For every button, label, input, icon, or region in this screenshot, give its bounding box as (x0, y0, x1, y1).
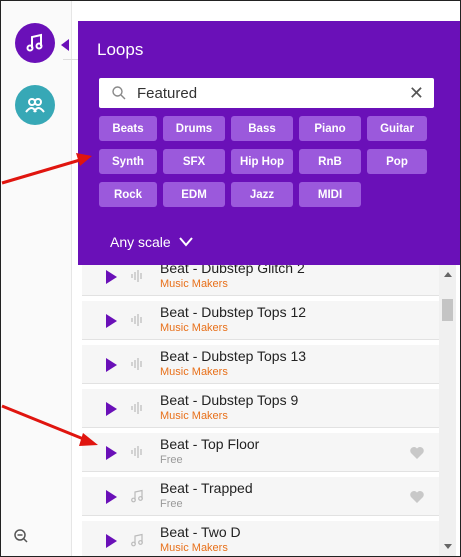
play-icon[interactable] (106, 358, 117, 372)
loop-subtitle: Music Makers (160, 278, 228, 290)
chip-synth[interactable]: Synth (99, 149, 157, 174)
loop-subtitle: Music Makers (160, 322, 228, 334)
loop-subtitle: Music Makers (160, 410, 228, 422)
waveform-icon (131, 402, 142, 414)
active-pointer (61, 39, 69, 51)
chip-rock[interactable]: Rock (99, 182, 157, 207)
clear-search-icon[interactable]: ✕ (409, 83, 424, 104)
loop-item[interactable]: Beat - Dubstep Tops 12 Music Makers (82, 301, 439, 340)
app-frame: Loops ✕ Beats Drums Bass Piano Guitar Sy… (0, 0, 461, 557)
waveform-icon (131, 446, 142, 458)
chip-bass[interactable]: Bass (231, 116, 293, 141)
chip-row: Beats Drums Bass Piano Guitar (99, 116, 444, 141)
loops-panel: Loops ✕ Beats Drums Bass Piano Guitar Sy… (78, 21, 460, 265)
rail-divider (63, 59, 79, 60)
search-icon (112, 86, 126, 100)
chip-pop[interactable]: Pop (367, 149, 427, 174)
chip-hip-hop[interactable]: Hip Hop (231, 149, 293, 174)
loop-title: Beat - Two D (160, 524, 241, 540)
list-scrollbar[interactable] (439, 265, 456, 556)
loop-item[interactable]: Beat - Two D Music Makers (82, 521, 439, 556)
loop-item[interactable]: Beat - Top Floor Free (82, 433, 439, 472)
heart-icon[interactable] (409, 446, 425, 460)
scale-dropdown[interactable]: Any scale (110, 234, 193, 250)
people-icon (25, 98, 45, 113)
music-note-icon (131, 533, 143, 547)
loop-item[interactable]: Beat - Dubstep Tops 9 Music Makers (82, 389, 439, 428)
loops-nav-button[interactable] (15, 23, 55, 63)
play-icon[interactable] (106, 402, 117, 416)
loop-title: Beat - Trapped (160, 480, 253, 496)
chip-row: Synth SFX Hip Hop RnB Pop (99, 149, 444, 174)
waveform-icon (131, 314, 142, 326)
chip-edm[interactable]: EDM (163, 182, 225, 207)
chip-jazz[interactable]: Jazz (231, 182, 293, 207)
search-input[interactable] (135, 83, 409, 103)
scale-label: Any scale (110, 234, 171, 250)
loop-subtitle: Music Makers (160, 366, 228, 378)
chip-sfx[interactable]: SFX (163, 149, 225, 174)
chip-piano[interactable]: Piano (299, 116, 361, 141)
chip-rnb[interactable]: RnB (299, 149, 361, 174)
collaborators-nav-button[interactable] (15, 85, 55, 125)
loop-item[interactable]: Beat - Trapped Free (82, 477, 439, 516)
loop-title: Beat - Dubstep Tops 12 (160, 304, 307, 320)
loop-subtitle: Free (160, 454, 183, 466)
play-icon[interactable] (106, 270, 117, 284)
scroll-down-arrow[interactable] (444, 544, 452, 549)
chip-guitar[interactable]: Guitar (367, 116, 427, 141)
waveform-icon (131, 358, 142, 370)
scroll-up-arrow[interactable] (444, 272, 452, 277)
loop-list: Beat - Dubstep Glitch 2 Music Makers Bea… (82, 265, 439, 556)
chip-midi[interactable]: MIDI (299, 182, 361, 207)
loop-item[interactable]: Beat - Dubstep Tops 13 Music Makers (82, 345, 439, 384)
panel-title: Loops (97, 40, 144, 59)
music-note-icon (131, 489, 143, 503)
chevron-down-icon (178, 237, 193, 247)
heart-icon[interactable] (409, 490, 425, 504)
scroll-thumb[interactable] (442, 299, 453, 321)
loop-title: Beat - Dubstep Glitch 2 (160, 265, 305, 276)
search-box[interactable]: ✕ (99, 78, 434, 108)
loop-item[interactable]: Beat - Dubstep Glitch 2 Music Makers (82, 265, 439, 296)
play-icon[interactable] (106, 314, 117, 328)
left-rail (1, 1, 79, 556)
music-note-icon (26, 33, 43, 52)
chip-beats[interactable]: Beats (99, 116, 157, 141)
loop-title: Beat - Top Floor (160, 436, 260, 452)
genre-chips: Beats Drums Bass Piano Guitar Synth SFX … (99, 116, 444, 215)
loop-title: Beat - Dubstep Tops 9 (160, 392, 299, 408)
play-icon[interactable] (106, 490, 117, 504)
loop-subtitle: Music Makers (160, 542, 228, 554)
waveform-icon (131, 270, 142, 282)
loop-subtitle: Free (160, 498, 183, 510)
chip-drums[interactable]: Drums (163, 116, 225, 141)
play-icon[interactable] (106, 534, 117, 548)
loop-title: Beat - Dubstep Tops 13 (160, 348, 307, 364)
zoom-out-icon[interactable] (13, 528, 29, 544)
chip-row: Rock EDM Jazz MIDI (99, 182, 444, 207)
play-icon[interactable] (106, 446, 117, 460)
